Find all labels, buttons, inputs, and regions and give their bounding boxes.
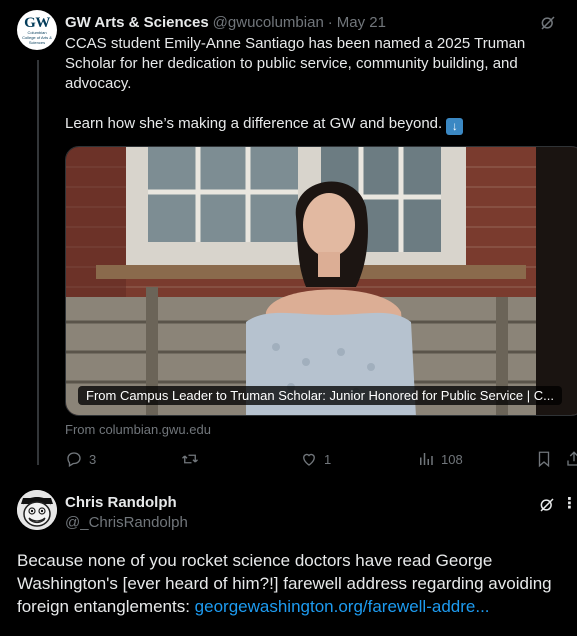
share-icon <box>567 451 577 466</box>
heart-icon <box>303 453 315 466</box>
header-separator: · <box>327 13 333 31</box>
retweet-button[interactable] <box>181 450 205 468</box>
like-button[interactable]: 1 <box>300 450 331 468</box>
tweet-text-line-2: Learn how she’s making a difference at G… <box>65 114 555 135</box>
card-caption: From Campus Leader to Truman Scholar: Ju… <box>78 386 562 405</box>
gw-logo-text: GW <box>24 14 50 31</box>
reply-icon <box>67 452 81 467</box>
card-photo-image <box>66 147 577 415</box>
tweet-text: CCAS student Emily-Anne Santiago has bee… <box>65 34 555 135</box>
chris-randolph-avatar[interactable] <box>17 490 57 530</box>
like-count: 1 <box>324 451 332 467</box>
retweet-icon <box>182 454 198 464</box>
reply-text: Because none of you rocket science docto… <box>17 549 572 618</box>
reply-count: 3 <box>89 451 97 467</box>
tweet-text-line-2-content: Learn how she’s making a difference at G… <box>65 115 443 132</box>
views-chart-icon <box>420 453 433 465</box>
down-arrow-emoji-icon: ↓ <box>446 118 464 135</box>
reply-button[interactable]: 3 <box>65 450 96 468</box>
thread-connector-line <box>37 60 39 465</box>
cartoon-face-avatar-image <box>17 490 57 530</box>
views-button[interactable]: 108 <box>417 450 463 468</box>
reply-author-name[interactable]: Chris Randolph <box>65 494 177 511</box>
grok-icon[interactable] <box>539 14 557 32</box>
reply-more-options-icon[interactable]: ⋮ <box>562 494 577 512</box>
share-button[interactable] <box>565 450 577 468</box>
card-source[interactable]: From columbian.gwu.edu <box>65 422 211 437</box>
views-count: 108 <box>441 451 463 467</box>
link-card[interactable]: From Campus Leader to Truman Scholar: Ju… <box>65 146 577 416</box>
bookmark-icon <box>538 451 550 468</box>
tweet-date[interactable]: May 21 <box>337 14 386 31</box>
reply-author-handle[interactable]: @_ChrisRandolph <box>65 514 188 531</box>
bookmark-button[interactable] <box>535 450 559 468</box>
reply-link[interactable]: georgewashington.org/farewell-addre... <box>195 597 490 616</box>
author-name[interactable]: GW Arts & Sciences <box>65 14 209 31</box>
gw-logo-subtext: Columbian College of Arts & Sciences <box>22 29 52 45</box>
tweet-actions: 3 1 108 <box>65 450 577 472</box>
tweet-text-line-1: CCAS student Emily-Anne Santiago has bee… <box>65 35 526 92</box>
reply-grok-icon[interactable] <box>538 496 556 514</box>
tweet-header: GW Arts & Sciences @gwucolumbian · May 2… <box>65 12 386 32</box>
gw-avatar[interactable]: GW Columbian College of Arts & Sciences <box>17 10 57 50</box>
author-handle[interactable]: @gwucolumbian <box>213 14 324 31</box>
